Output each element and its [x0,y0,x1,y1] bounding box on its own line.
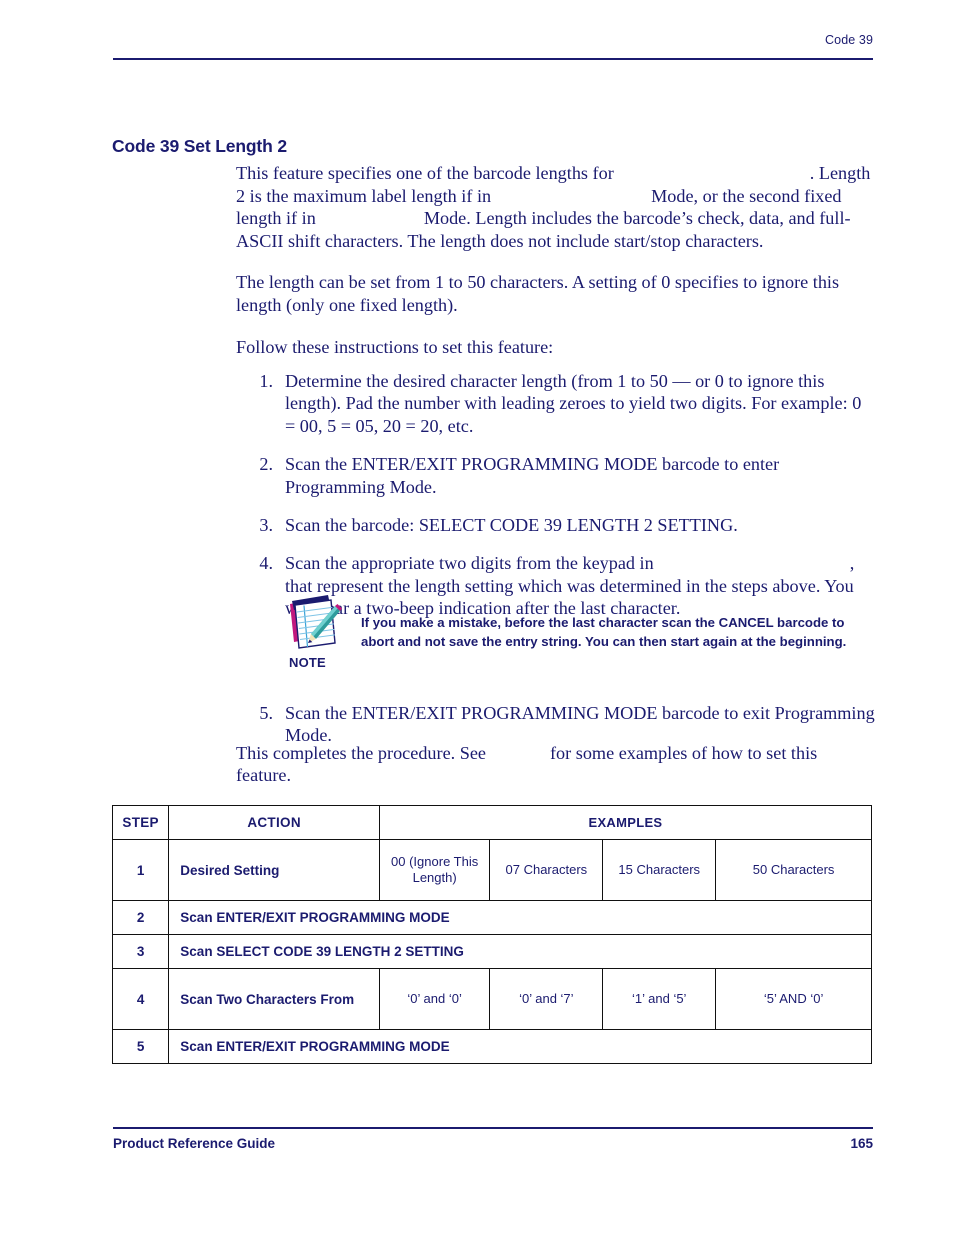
row-4-example-1: ‘0’ and ‘0’ [378,968,491,1030]
row-4-example-4: ‘5’ AND ‘0’ [715,968,872,1030]
closing-part-a: This completes the procedure. See [236,743,486,763]
row-5-step: 5 [111,1029,170,1064]
procedure-table: STEP ACTION EXAMPLES 1 Desired Setting 0… [111,805,873,1064]
list-item-number: 5. [259,703,273,723]
row-1-action: Desired Setting [168,839,380,901]
list-item-number: 3. [259,515,273,536]
running-header: Code 39 [825,33,873,47]
footer-title: Product Reference Guide [113,1136,276,1151]
intro-p1-part-a: This feature specifies one of the barcod… [236,163,614,183]
instruction-list: 1. Determine the desired character lengt… [247,370,875,620]
table-row: 3 Scan SELECT CODE 39 LENGTH 2 SETTING [111,934,872,969]
row-3-action: Scan SELECT CODE 39 LENGTH 2 SETTING [168,934,872,969]
table-row: 5 Scan ENTER/EXIT PROGRAMMING MODE [111,1029,872,1064]
intro-paragraph-3: Follow these instructions to set this fe… [236,336,554,357]
row-4-action: Scan Two Characters From [168,968,380,1030]
page-footer: Product Reference Guide 165 [113,1136,873,1151]
column-header-action: ACTION [168,805,380,840]
list-item: 5. Scan the ENTER/EXIT PROGRAMMING MODE … [247,702,875,747]
row-4-example-3: ‘1’ and ‘5’ [602,968,717,1030]
list-item-text-a: Scan the appropriate two digits from the… [285,553,654,574]
procedure-table-container: STEP ACTION EXAMPLES 1 Desired Setting 0… [111,805,873,1064]
table-row: 4 Scan Two Characters From ‘0’ and ‘0’ ‘… [111,968,872,1030]
row-4-example-2: ‘0’ and ‘7’ [489,968,604,1030]
list-item: 2. Scan the ENTER/EXIT PROGRAMMING MODE … [247,453,875,498]
cross-reference-blank-4 [654,552,850,574]
list-item-number: 2. [259,454,273,475]
list-item-number: 4. [259,553,273,574]
intro-text-column: This feature specifies one of the barcod… [236,162,873,358]
intro-paragraph-1: This feature specifies one of the barcod… [236,162,873,252]
table-row: 1 Desired Setting 00 (Ignore This Length… [111,839,872,901]
list-item: 1. Determine the desired character lengt… [247,370,875,437]
row-4-step: 4 [111,968,170,1030]
list-item-text: Scan the ENTER/EXIT PROGRAMMING MODE bar… [285,703,875,746]
header-rule [113,58,873,60]
note-label: NOTE [289,655,326,670]
closing-paragraph: This completes the procedure. See for so… [236,742,876,787]
row-1-example-1: 00 (Ignore This Length) [378,839,491,901]
list-item-text: Scan the barcode: SELECT CODE 39 LENGTH … [285,515,738,536]
row-2-step: 2 [111,900,170,935]
intro-paragraph-2: The length can be set from 1 to 50 chara… [236,272,840,315]
page-number: 165 [850,1136,873,1151]
list-item: 3. Scan the barcode: SELECT CODE 39 LENG… [247,514,875,536]
row-1-example-2: 07 Characters [489,839,604,901]
row-5-action: Scan ENTER/EXIT PROGRAMMING MODE [168,1029,872,1064]
table-header-row: STEP ACTION EXAMPLES [111,805,873,840]
row-2-action: Scan ENTER/EXIT PROGRAMMING MODE [168,900,872,935]
notepad-pencil-icon [283,592,343,652]
column-header-step: STEP [111,805,170,840]
cross-reference-blank-1 [614,162,810,185]
note-text: If you make a mistake, before the last c… [361,615,847,649]
row-1-example-4: 50 Characters [715,839,872,901]
list-item-text: Determine the desired character length (… [285,371,862,436]
list-item-number: 1. [259,371,273,391]
cross-reference-blank-3 [316,207,424,230]
cross-reference-blank-2 [491,185,651,208]
row-3-step: 3 [111,934,170,969]
list-item-text: Scan the ENTER/EXIT PROGRAMMING MODE bar… [285,454,780,497]
instruction-list-tail: 5. Scan the ENTER/EXIT PROGRAMMING MODE … [247,702,875,747]
document-page: Code 39 Code 39 Set Length 2 This featur… [0,0,954,1235]
table-row: 2 Scan ENTER/EXIT PROGRAMMING MODE [111,900,872,935]
footer-rule [113,1127,873,1129]
cross-reference-blank-5 [486,742,550,764]
column-header-examples: EXAMPLES [378,805,873,840]
page-title: Code 39 Set Length 2 [112,136,287,156]
row-1-step: 1 [111,839,170,901]
row-1-example-3: 15 Characters [602,839,717,901]
